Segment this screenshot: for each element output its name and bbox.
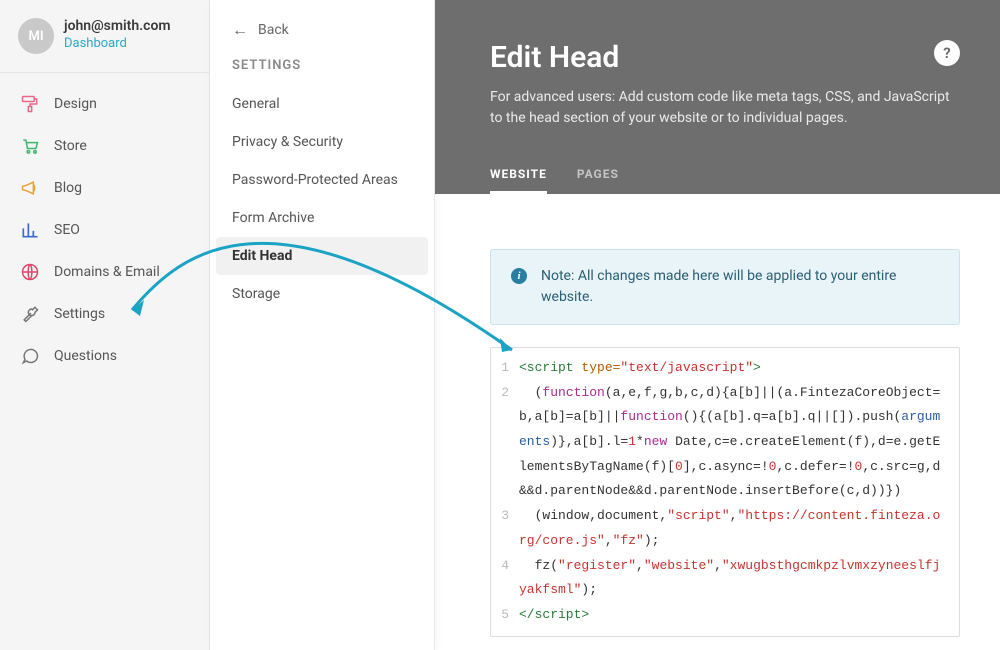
nav-label: Blog [54, 180, 82, 196]
line-number: 4 [491, 554, 519, 603]
settings-item-form-archive[interactable]: Form Archive [210, 199, 434, 237]
settings-item-storage[interactable]: Storage [210, 275, 434, 313]
chat-icon [20, 346, 40, 366]
main-content: Edit Head ? For advanced users: Add cust… [435, 0, 1000, 650]
paint-roller-icon [20, 94, 40, 114]
megaphone-icon [20, 178, 40, 198]
nav-label: Questions [54, 348, 117, 364]
line-number: 5 [491, 603, 519, 628]
code-content: fz("register","website","xwugbsthgcmkpzl… [519, 554, 959, 603]
content-area: i Note: All changes made here will be ap… [435, 194, 1000, 650]
sidebar-item-store[interactable]: Store [0, 125, 209, 167]
info-icon: i [511, 268, 527, 284]
avatar: MI [18, 18, 54, 54]
settings-item-password[interactable]: Password-Protected Areas [210, 161, 434, 199]
bar-chart-icon [20, 220, 40, 240]
tab-website[interactable]: WEBSITE [490, 157, 547, 194]
sidebar-item-questions[interactable]: Questions [0, 335, 209, 377]
back-label: Back [258, 22, 289, 38]
code-content: <script type="text/javascript"> [519, 356, 959, 381]
main-nav: Design Store Blog SEO [0, 83, 209, 377]
code-editor[interactable]: 1 <script type="text/javascript"> 2 (fun… [490, 347, 960, 637]
info-note: i Note: All changes made here will be ap… [490, 249, 960, 325]
code-content: </script> [519, 603, 959, 628]
page-header: Edit Head ? For advanced users: Add cust… [435, 0, 1000, 194]
line-number: 3 [491, 504, 519, 553]
note-text: Note: All changes made here will be appl… [541, 266, 939, 308]
globe-icon [20, 262, 40, 282]
line-number: 2 [491, 381, 519, 504]
dashboard-link[interactable]: Dashboard [64, 36, 171, 51]
user-block[interactable]: MI john@smith.com Dashboard [0, 18, 209, 72]
settings-item-privacy[interactable]: Privacy & Security [210, 123, 434, 161]
sidebar-item-blog[interactable]: Blog [0, 167, 209, 209]
nav-label: Domains & Email [54, 264, 160, 280]
code-content: (window,document,"script","https://conte… [519, 504, 959, 553]
settings-panel: ← Back SETTINGS General Privacy & Securi… [210, 0, 435, 650]
sidebar-item-seo[interactable]: SEO [0, 209, 209, 251]
nav-label: Store [54, 138, 87, 154]
user-email: john@smith.com [64, 18, 171, 34]
back-button[interactable]: ← Back [210, 20, 434, 58]
divider [0, 72, 209, 73]
nav-label: Design [54, 96, 97, 112]
page-description: For advanced users: Add custom code like… [490, 87, 960, 129]
settings-list: General Privacy & Security Password-Prot… [210, 85, 434, 313]
sidebar-item-settings[interactable]: Settings [0, 293, 209, 335]
arrow-left-icon: ← [232, 20, 248, 40]
nav-label: SEO [54, 222, 80, 238]
settings-item-general[interactable]: General [210, 85, 434, 123]
code-content: (function(a,e,f,g,b,c,d){a[b]||(a.Fintez… [519, 381, 959, 504]
page-title: Edit Head [490, 40, 619, 75]
sidebar-item-design[interactable]: Design [0, 83, 209, 125]
tabs: WEBSITE PAGES [490, 157, 960, 194]
cart-icon [20, 136, 40, 156]
sidebar-item-domains[interactable]: Domains & Email [0, 251, 209, 293]
nav-label: Settings [54, 306, 105, 322]
settings-heading: SETTINGS [210, 58, 434, 85]
settings-item-edit-head[interactable]: Edit Head [216, 237, 428, 275]
line-number: 1 [491, 356, 519, 381]
help-button[interactable]: ? [934, 40, 960, 66]
wrench-icon [20, 304, 40, 324]
left-sidebar: MI john@smith.com Dashboard Design Store [0, 0, 210, 650]
tab-pages[interactable]: PAGES [577, 157, 619, 194]
